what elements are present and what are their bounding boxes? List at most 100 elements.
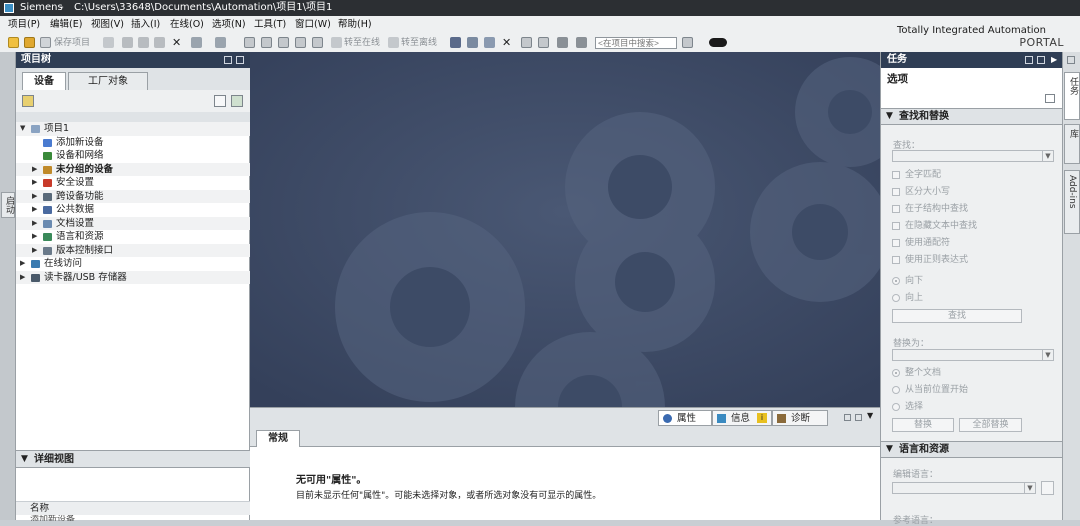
menu-insert[interactable]: 插入(I): [131, 16, 160, 34]
copy-icon[interactable]: [138, 37, 149, 48]
tree-item-online-access[interactable]: ▶ 在线访问: [16, 257, 250, 271]
collapsed-arrow-icon[interactable]: ▶: [32, 230, 37, 244]
cut-icon[interactable]: [122, 37, 133, 48]
start-simulation-icon[interactable]: [467, 37, 478, 48]
scope-whole-document-radio[interactable]: 整个文档: [892, 367, 1052, 379]
detail-row[interactable]: 添加新设备: [16, 515, 250, 521]
rail-tab-addins[interactable]: Add-ins: [1064, 170, 1080, 234]
find-in-substructures-checkbox[interactable]: 在子结构中查找: [892, 203, 1052, 215]
use-regex-checkbox[interactable]: 使用正则表达式: [892, 254, 1052, 266]
maximize-window-icon[interactable]: [855, 414, 862, 421]
split-window-icon[interactable]: [538, 37, 549, 48]
chevron-down-icon[interactable]: ▼: [1042, 350, 1053, 360]
float-panel-icon[interactable]: [1025, 56, 1033, 64]
match-case-checkbox[interactable]: 区分大小写: [892, 186, 1052, 198]
edit-language-select[interactable]: ▼: [892, 482, 1036, 494]
chevron-down-icon[interactable]: ▼: [1042, 151, 1053, 161]
collapsed-arrow-icon[interactable]: ▶: [32, 217, 37, 231]
stop-cpu-icon[interactable]: ✕: [502, 37, 514, 48]
expanded-arrow-icon[interactable]: ▼: [20, 122, 25, 136]
new-project-icon[interactable]: [8, 37, 19, 48]
whole-word-checkbox[interactable]: 全字匹配: [892, 169, 1052, 181]
collapse-window-icon[interactable]: ▼: [867, 411, 873, 420]
chevron-down-icon[interactable]: ▼: [1024, 483, 1035, 493]
replace-button[interactable]: 替换: [892, 418, 954, 432]
tree-item-cross-device[interactable]: ▶ 跨设备功能: [16, 189, 250, 204]
maximize-panel-icon[interactable]: [1037, 56, 1045, 64]
start-cpu-icon[interactable]: [484, 37, 495, 48]
split-vertical-icon[interactable]: [278, 37, 289, 48]
collapsed-arrow-icon[interactable]: ▶: [32, 176, 37, 190]
language-settings-button[interactable]: [1041, 481, 1054, 495]
options-layout-icon[interactable]: [1045, 94, 1055, 103]
undo-icon[interactable]: [191, 37, 202, 48]
detail-name-column[interactable]: 名称: [16, 501, 250, 515]
replace-all-button[interactable]: 全部替换: [959, 418, 1022, 432]
tree-item-doc-settings[interactable]: ▶ 文档设置: [16, 216, 250, 231]
go-online-icon[interactable]: [331, 37, 342, 48]
direction-down-radio[interactable]: 向下: [892, 275, 1052, 287]
menu-online[interactable]: 在线(O): [170, 16, 204, 34]
collapsed-arrow-icon[interactable]: ▶: [32, 163, 37, 177]
rail-tab-tasks[interactable]: 任务: [1064, 72, 1080, 120]
split-horizontal-icon[interactable]: [261, 37, 272, 48]
tree-item-common-data[interactable]: ▶ 公共数据: [16, 203, 250, 217]
paste-icon[interactable]: [154, 37, 165, 48]
workspace-area[interactable]: [250, 52, 880, 407]
direction-up-radio[interactable]: 向上: [892, 292, 1052, 304]
rail-tab-libraries[interactable]: 库: [1064, 124, 1080, 164]
chevron-down-icon[interactable]: ▼: [886, 109, 893, 124]
open-project-icon[interactable]: [24, 37, 35, 48]
collapse-panel-icon[interactable]: [236, 56, 244, 64]
tab-devices[interactable]: 设备: [22, 72, 66, 90]
menu-edit[interactable]: 编辑(E): [50, 16, 82, 34]
find-input[interactable]: ▼: [892, 150, 1054, 162]
tab-general[interactable]: 常规: [256, 430, 300, 447]
collapsed-arrow-icon[interactable]: ▶: [32, 190, 37, 204]
split-editor-icon[interactable]: [244, 37, 255, 48]
replace-input[interactable]: ▼: [892, 349, 1054, 361]
rail-pin-icon[interactable]: [1067, 56, 1075, 64]
menu-options[interactable]: 选项(N): [212, 16, 246, 34]
tree-item-devices-networks[interactable]: 设备和网络: [16, 149, 250, 163]
find-replace-header[interactable]: ▼ 查找和替换: [881, 108, 1063, 125]
use-wildcards-checkbox[interactable]: 使用通配符: [892, 237, 1052, 249]
scope-selection-radio[interactable]: 选择: [892, 401, 1052, 413]
chevron-down-icon[interactable]: ▼: [21, 451, 28, 468]
project-search-input[interactable]: [595, 37, 677, 49]
collapsed-arrow-icon[interactable]: ▶: [20, 271, 25, 285]
lang-resources-header[interactable]: ▼ 语言和资源: [881, 441, 1063, 458]
tree-new-icon[interactable]: [22, 95, 34, 107]
tree-item-card-reader[interactable]: ▶ 读卡器/USB 存储器: [16, 270, 250, 285]
go-online-button[interactable]: 转至在线: [344, 34, 380, 52]
collapsed-arrow-icon[interactable]: ▶: [32, 244, 37, 258]
scope-from-current-radio[interactable]: 从当前位置开始: [892, 384, 1052, 396]
tab-properties[interactable]: 属性: [658, 410, 712, 426]
find-button[interactable]: 查找: [892, 309, 1022, 323]
portal-view-tab[interactable]: 启动: [1, 192, 15, 218]
detail-view-header[interactable]: ▼ 详细视图: [16, 451, 250, 468]
collapsed-arrow-icon[interactable]: ▶: [20, 257, 25, 271]
tree-view-icon[interactable]: [214, 95, 226, 107]
accessible-devices-icon[interactable]: [450, 37, 461, 48]
menu-window[interactable]: 窗口(W): [295, 16, 331, 34]
tree-refresh-icon[interactable]: [231, 95, 243, 107]
menu-help[interactable]: 帮助(H): [338, 16, 372, 34]
tree-item-version-control[interactable]: ▶ 版本控制接口: [16, 243, 250, 258]
tree-item-security[interactable]: ▶ 安全设置: [16, 176, 250, 190]
display-mode-icon[interactable]: [709, 38, 727, 47]
settings-icon[interactable]: [557, 37, 568, 48]
print-icon[interactable]: [103, 37, 114, 48]
collapsed-arrow-icon[interactable]: ▶: [32, 203, 37, 217]
delete-icon[interactable]: ✕: [172, 37, 184, 48]
download-icon[interactable]: [312, 37, 323, 48]
tree-item-ungrouped-devices[interactable]: ▶ 未分组的设备: [16, 162, 250, 177]
save-project-button[interactable]: 保存项目: [54, 34, 90, 52]
tree-item-add-device[interactable]: 添加新设备: [16, 136, 250, 150]
float-panel-icon[interactable]: [224, 56, 232, 64]
tree-item-languages[interactable]: ▶ 语言和资源: [16, 230, 250, 244]
find-in-hidden-text-checkbox[interactable]: 在隐藏文本中查找: [892, 220, 1052, 232]
tab-diagnostics[interactable]: 诊断: [772, 410, 828, 426]
menu-view[interactable]: 视图(V): [91, 16, 124, 34]
save-project-icon[interactable]: [40, 37, 51, 48]
